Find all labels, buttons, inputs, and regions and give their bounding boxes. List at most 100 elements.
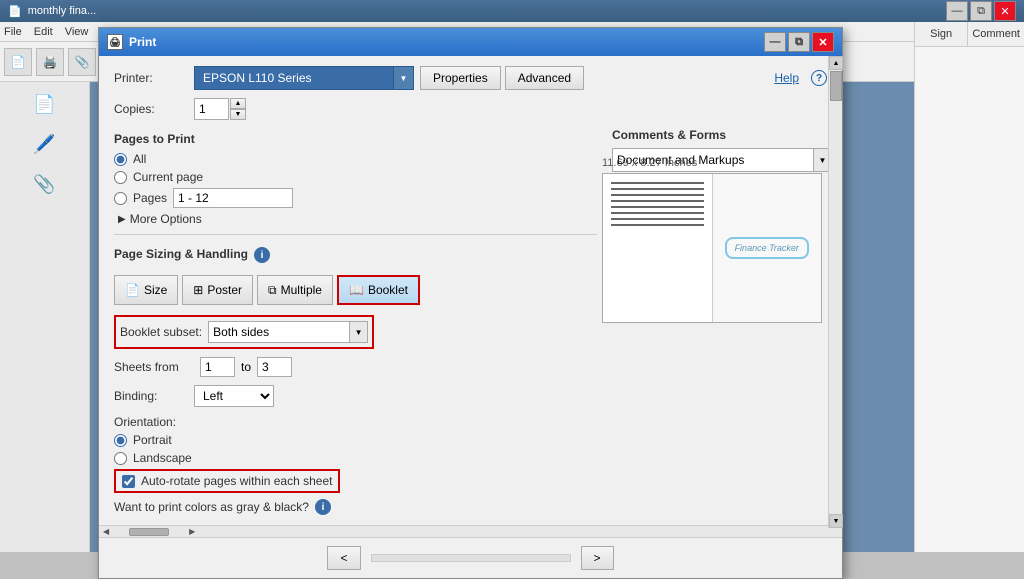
preview-box: Finance Tracker: [602, 173, 822, 323]
multiple-icon: ⧉: [268, 283, 277, 298]
copies-row: Copies: 1 ▲ ▼: [114, 98, 827, 120]
left-icon-2[interactable]: 🖊️: [27, 126, 63, 162]
tool-btn-1[interactable]: 📄: [4, 48, 32, 76]
vscroll-track: [829, 102, 842, 514]
sizing-heading: Page Sizing & Handling i: [114, 243, 597, 267]
menu-view[interactable]: View: [65, 26, 89, 38]
page-prev-button[interactable]: <: [327, 546, 360, 570]
booklet-subset-dropdown[interactable]: Both sides ▼: [208, 321, 368, 343]
radio-pages-label: Pages: [133, 191, 167, 205]
menu-edit[interactable]: Edit: [34, 26, 53, 38]
sheets-from-label: Sheets from: [114, 360, 194, 374]
size-button[interactable]: 📄 Size: [114, 275, 178, 305]
radio-portrait[interactable]: [114, 434, 127, 447]
sizing-info-icon[interactable]: i: [254, 247, 270, 263]
gray-info-icon[interactable]: i: [315, 499, 331, 515]
divider: [114, 234, 597, 235]
page-scrollbar[interactable]: [371, 554, 571, 562]
preview-line-1: [611, 182, 704, 184]
left-icon-1[interactable]: 📄: [27, 86, 63, 122]
size-label: Size: [144, 283, 167, 297]
tool-btn-3[interactable]: 📎: [68, 48, 96, 76]
page-next-button[interactable]: >: [581, 546, 614, 570]
help-icon[interactable]: ?: [811, 70, 827, 86]
preview-area: 11.69 x 8.27 Inches: [602, 157, 822, 323]
sheets-row: Sheets from 1 to 3: [114, 357, 597, 377]
pages-input[interactable]: 1 - 12: [173, 188, 293, 208]
radio-pages[interactable]: [114, 192, 127, 205]
size-icon: 📄: [125, 283, 140, 297]
radio-current-row: Current page: [114, 170, 597, 184]
comment-tab[interactable]: Comment: [968, 22, 1024, 46]
scroll-thumb[interactable]: [129, 528, 169, 536]
sheets-to-label: to: [241, 360, 251, 374]
print-dialog: 🖨 Print — ⧉ ✕ Printer: EPSON L110 Series…: [98, 27, 843, 579]
dialog-restore-btn[interactable]: ⧉: [788, 32, 810, 52]
poster-button[interactable]: ⊞ Poster: [182, 275, 253, 305]
vscroll-up-arrow[interactable]: ▲: [829, 56, 843, 70]
advanced-button[interactable]: Advanced: [505, 66, 584, 90]
dialog-titlebar: 🖨 Print — ⧉ ✕: [99, 28, 842, 56]
radio-current[interactable]: [114, 171, 127, 184]
app-icon: 📄: [8, 5, 22, 18]
copies-label: Copies:: [114, 102, 194, 116]
dialog-minimize-btn[interactable]: —: [764, 32, 786, 52]
tool-btn-2[interactable]: 🖨️: [36, 48, 64, 76]
minimize-btn[interactable]: —: [946, 1, 968, 21]
scroll-left-arrow[interactable]: ◀: [103, 527, 109, 536]
booklet-subset-value: Both sides: [213, 325, 269, 339]
preview-line-6: [611, 212, 704, 214]
radio-all-row: All: [114, 152, 597, 166]
binding-dropdown[interactable]: Left Right: [194, 385, 274, 407]
scroll-right-arrow[interactable]: ▶: [189, 527, 195, 536]
app-close-btn[interactable]: ✕: [994, 1, 1016, 21]
more-options[interactable]: ▶ More Options: [114, 212, 597, 226]
orientation-section: Orientation: Portrait Landscape: [114, 415, 597, 465]
booklet-label: Booklet: [368, 283, 408, 297]
left-icon-3[interactable]: 📎: [27, 166, 63, 202]
auto-rotate-row: Auto-rotate pages within each sheet: [114, 469, 340, 493]
preview-line-8: [611, 224, 704, 226]
radio-landscape-label: Landscape: [133, 451, 192, 465]
right-panel: Sign Comment: [914, 22, 1024, 552]
multiple-button[interactable]: ⧉ Multiple: [257, 275, 333, 305]
vscroll-thumb[interactable]: [830, 71, 842, 101]
left-column: Pages to Print All Current page Pages 1 …: [114, 128, 597, 515]
binding-label: Binding:: [114, 389, 194, 403]
sizing-label: Page Sizing & Handling: [114, 247, 248, 261]
app-title: monthly fina...: [28, 5, 96, 17]
printer-arrow[interactable]: ▼: [393, 67, 413, 89]
poster-icon: ⊞: [193, 283, 203, 297]
preview-title: Finance Tracker: [735, 243, 799, 253]
more-options-label: More Options: [130, 212, 202, 226]
properties-button[interactable]: Properties: [420, 66, 501, 90]
app-titlebar: 📄 monthly fina... — ⧉ ✕: [0, 0, 1024, 22]
help-link[interactable]: Help: [774, 71, 799, 85]
orientation-label: Orientation:: [114, 415, 176, 429]
dialog-scrollbar: ◀ ▶: [99, 525, 842, 537]
sign-tab[interactable]: Sign: [915, 22, 968, 46]
restore-btn[interactable]: ⧉: [970, 1, 992, 21]
booklet-button[interactable]: 📖 Booklet: [337, 275, 420, 305]
radio-landscape-row: Landscape: [114, 451, 597, 465]
vscroll-down-arrow[interactable]: ▼: [829, 514, 843, 528]
right-panel-tabs: Sign Comment: [915, 22, 1024, 47]
copies-input[interactable]: 1: [194, 98, 229, 120]
radio-all[interactable]: [114, 153, 127, 166]
radio-portrait-row: Portrait: [114, 433, 597, 447]
radio-landscape[interactable]: [114, 452, 127, 465]
sheets-to-input[interactable]: 3: [257, 357, 292, 377]
copies-up-btn[interactable]: ▲: [230, 98, 246, 109]
booklet-subset-row: Booklet subset: Both sides ▼: [114, 315, 374, 349]
help-section: Help ?: [774, 70, 827, 86]
menu-file[interactable]: File: [4, 26, 22, 38]
printer-dropdown[interactable]: EPSON L110 Series ▼: [194, 66, 414, 90]
booklet-subset-arrow[interactable]: ▼: [349, 322, 367, 342]
dialog-title: Print: [129, 35, 156, 49]
sheets-from-input[interactable]: 1: [200, 357, 235, 377]
dialog-titlebar-controls: — ⧉ ✕: [764, 32, 834, 52]
left-panel: 📄 🖊️ 📎: [0, 82, 90, 552]
dialog-close-btn[interactable]: ✕: [812, 32, 834, 52]
copies-down-btn[interactable]: ▼: [230, 109, 246, 120]
auto-rotate-checkbox[interactable]: [122, 475, 135, 488]
